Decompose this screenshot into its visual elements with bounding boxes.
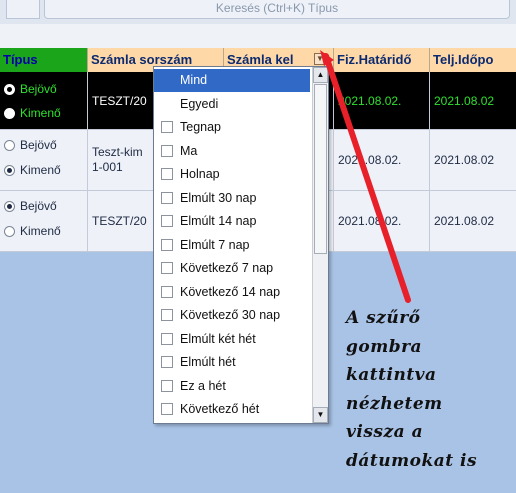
annotation-line: gombra bbox=[346, 336, 423, 357]
annotation-line: nézhetem bbox=[346, 393, 443, 414]
annotation-line: vissza a bbox=[346, 422, 424, 442]
red-arrow-annotation bbox=[320, 50, 411, 303]
annotation-line: dátumokat is bbox=[346, 450, 478, 471]
annotation-line: kattintva bbox=[346, 365, 437, 385]
annotation-line: A szűrő bbox=[346, 308, 421, 328]
